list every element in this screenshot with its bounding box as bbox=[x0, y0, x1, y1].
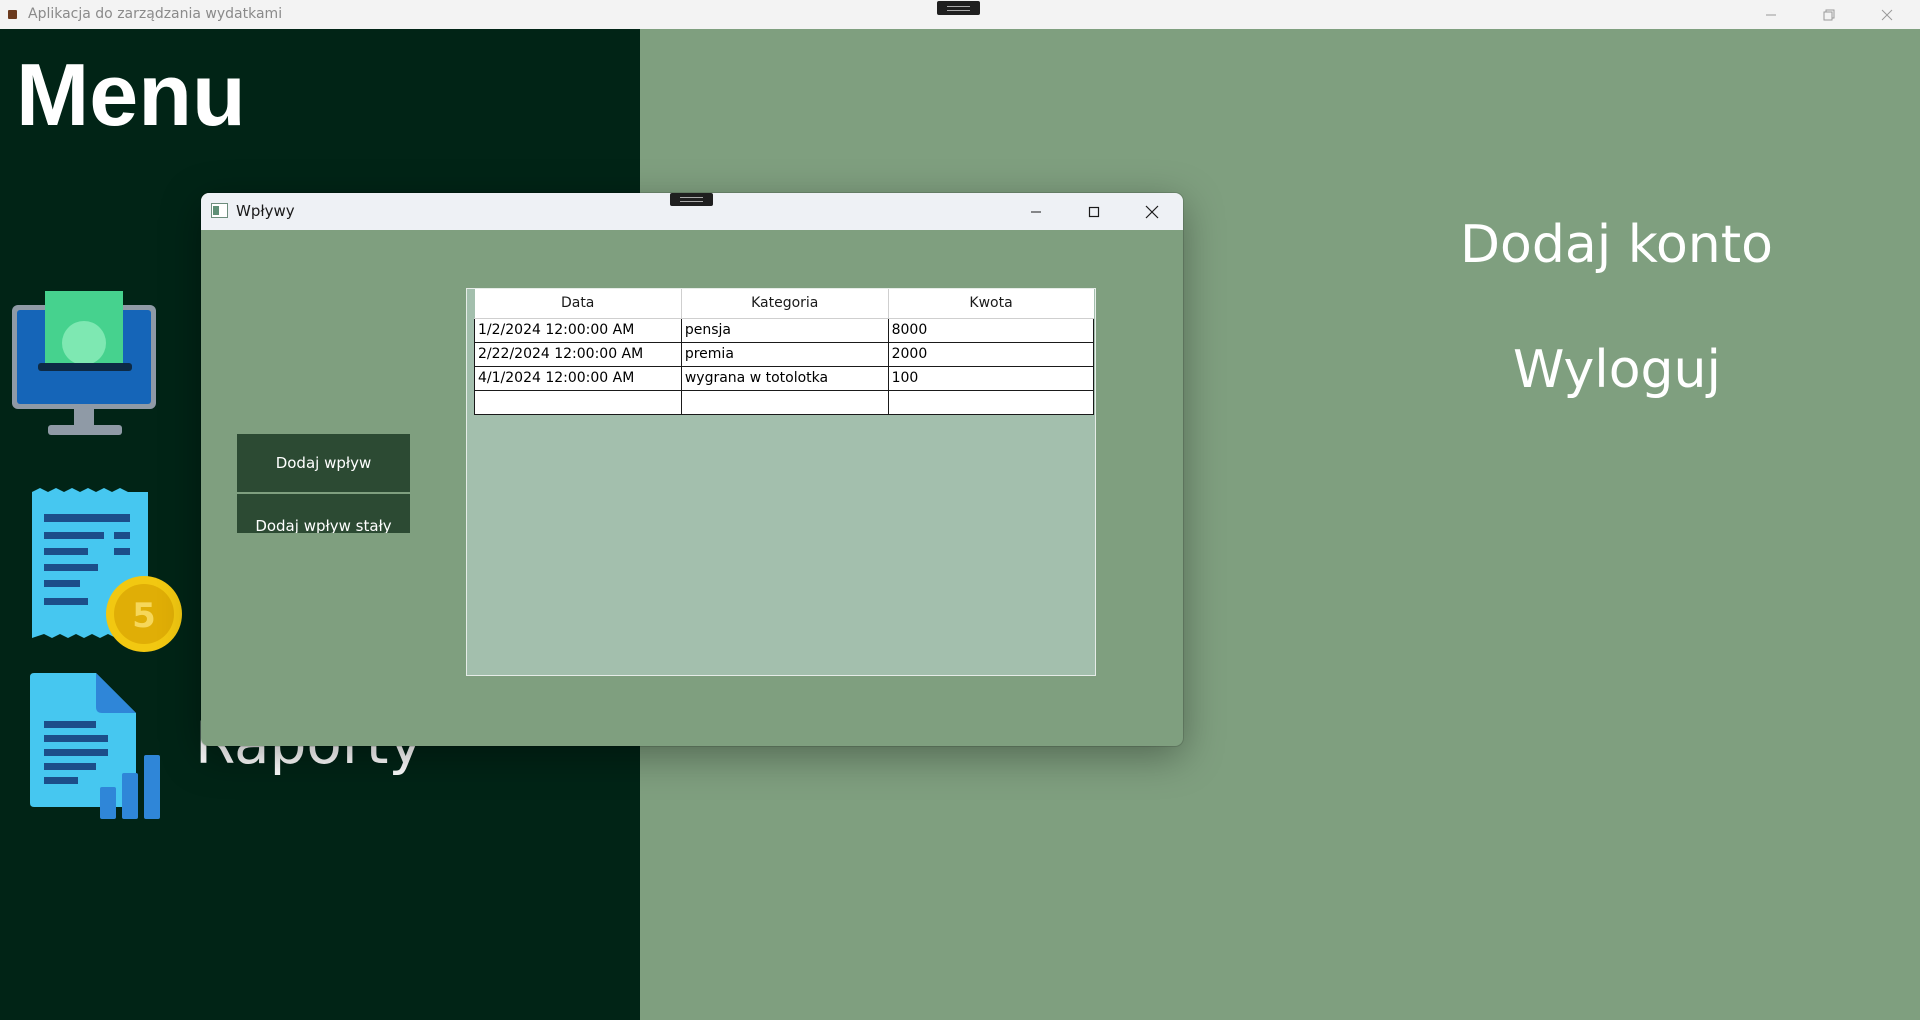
add-fixed-income-button[interactable]: Dodaj wpływ stały bbox=[237, 494, 410, 533]
dialog-minimize-button[interactable] bbox=[1007, 193, 1065, 230]
app-icon bbox=[8, 10, 17, 19]
restore-icon bbox=[1823, 9, 1835, 20]
dialog-close-button[interactable] bbox=[1123, 193, 1181, 230]
cell-category[interactable] bbox=[680, 389, 889, 415]
report-chart-icon[interactable] bbox=[28, 673, 172, 826]
table-row[interactable]: 1/2/2024 12:00:00 AM pensja 8000 bbox=[474, 317, 1095, 343]
dialog-title-bar: Wpływy bbox=[201, 193, 1183, 230]
cell-amount[interactable]: 100 bbox=[887, 365, 1095, 391]
close-icon bbox=[1145, 205, 1159, 218]
dialog-snap-grip-handle[interactable] bbox=[670, 193, 713, 206]
table-row[interactable]: 2/22/2024 12:00:00 AM premia 2000 bbox=[474, 341, 1095, 367]
main-title-bar: Aplikacja do zarządzania wydatkami bbox=[0, 0, 1920, 29]
cell-amount[interactable]: 8000 bbox=[887, 317, 1095, 343]
column-header-data[interactable]: Data bbox=[474, 289, 682, 319]
monitor-cash-icon[interactable] bbox=[10, 291, 160, 448]
add-account-link[interactable]: Dodaj konto bbox=[1460, 215, 1773, 275]
dialog-window-icon bbox=[211, 203, 228, 218]
cell-amount[interactable] bbox=[887, 389, 1095, 415]
maximize-icon bbox=[1088, 206, 1100, 217]
menu-title: Menu bbox=[16, 45, 246, 144]
income-dialog: Wpływy Dodaj wpływ Dodaj wpływ stały Dat… bbox=[201, 193, 1183, 746]
cell-category[interactable]: premia bbox=[680, 341, 889, 367]
minimize-icon bbox=[1031, 211, 1041, 212]
receipt-coin-icon[interactable]: 5 bbox=[30, 488, 182, 661]
cell-date[interactable] bbox=[474, 389, 682, 415]
logout-link[interactable]: Wyloguj bbox=[1513, 340, 1721, 400]
close-button[interactable] bbox=[1858, 0, 1916, 29]
cell-amount[interactable]: 2000 bbox=[887, 341, 1095, 367]
cell-category[interactable]: wygrana w totolotka bbox=[680, 365, 889, 391]
income-table: Data Kategoria Kwota 1/2/2024 12:00:00 A… bbox=[474, 289, 1095, 415]
minimize-icon bbox=[1766, 14, 1776, 15]
restore-button[interactable] bbox=[1800, 0, 1858, 29]
minimize-button[interactable] bbox=[1742, 0, 1800, 29]
column-header-kwota[interactable]: Kwota bbox=[888, 289, 1094, 319]
svg-text:5: 5 bbox=[132, 596, 156, 636]
cell-date[interactable]: 2/22/2024 12:00:00 AM bbox=[474, 341, 682, 367]
table-new-row[interactable] bbox=[474, 389, 1095, 415]
column-header-kategoria[interactable]: Kategoria bbox=[681, 289, 889, 319]
snap-grip-handle[interactable] bbox=[937, 1, 980, 15]
cell-date[interactable]: 1/2/2024 12:00:00 AM bbox=[474, 317, 682, 343]
dialog-maximize-button[interactable] bbox=[1065, 193, 1123, 230]
close-icon bbox=[1881, 9, 1893, 20]
add-fixed-income-label: Dodaj wpływ stały bbox=[255, 517, 392, 533]
cell-category[interactable]: pensja bbox=[680, 317, 889, 343]
dialog-title: Wpływy bbox=[236, 202, 295, 220]
income-data-grid[interactable]: Data Kategoria Kwota 1/2/2024 12:00:00 A… bbox=[466, 288, 1096, 676]
add-income-button[interactable]: Dodaj wpływ bbox=[237, 434, 410, 492]
main-window-title: Aplikacja do zarządzania wydatkami bbox=[28, 6, 283, 22]
table-row[interactable]: 4/1/2024 12:00:00 AM wygrana w totolotka… bbox=[474, 365, 1095, 391]
cell-date[interactable]: 4/1/2024 12:00:00 AM bbox=[474, 365, 682, 391]
table-header-row: Data Kategoria Kwota bbox=[474, 289, 1094, 319]
